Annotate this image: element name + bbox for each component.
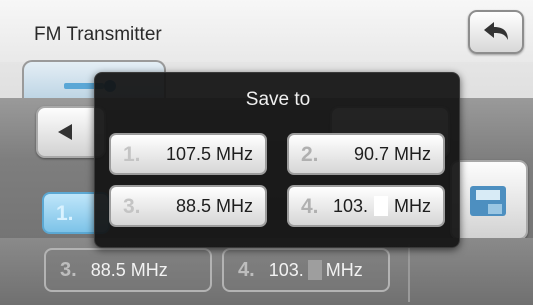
back-arrow-icon (484, 22, 508, 40)
preset-1-number: 1. (123, 143, 141, 166)
divider (408, 244, 410, 302)
preset-3-label: 88.5 MHz (175, 195, 253, 216)
page-title: FM Transmitter (34, 24, 162, 45)
preset-1-label: 107.5 MHz (165, 143, 253, 164)
save-preset-1-button[interactable]: 1. 107.5 MHz (109, 133, 267, 175)
back-button[interactable] (468, 10, 524, 54)
preset-4-suffix: MHz (394, 195, 431, 216)
redaction-mask (307, 260, 322, 280)
bottom-preset-4[interactable]: 4. 103. MHz (222, 248, 390, 292)
dialog-title: Save to (245, 89, 311, 110)
save-to-dialog: Save to 1. 107.5 MHz 2. 90.7 MHz 3. 88.5… (94, 72, 460, 248)
bottom-preset-4-prefix: 103. (268, 259, 304, 280)
save-preset-button[interactable] (450, 160, 528, 240)
bottom-preset-4-suffix: MHz (325, 259, 363, 280)
save-preset-4-button[interactable]: 4. 103. MHz (287, 185, 445, 227)
preset-3-number: 3. (123, 195, 141, 218)
arrow-left-icon (58, 124, 72, 140)
fm-transmitter-screen: FM Transmitter 1. 3. 88.5 MHz 4. 103. MH… (0, 0, 533, 305)
preset-2-label: 90.7 MHz (353, 143, 431, 164)
title-bar: FM Transmitter (0, 0, 533, 62)
save-preset-2-button[interactable]: 2. 90.7 MHz (287, 133, 445, 175)
bottom-preset-3-label: 88.5 MHz (90, 259, 168, 280)
bottom-preset-3[interactable]: 3. 88.5 MHz (44, 248, 212, 292)
preset-4-prefix: 103. (332, 195, 368, 216)
bottom-preset-3-number: 3. (60, 258, 77, 281)
preset-1-number: 1. (56, 202, 74, 225)
redaction-mask (374, 196, 388, 216)
bottom-preset-4-number: 4. (238, 258, 255, 281)
preset-2-number: 2. (301, 143, 319, 166)
preset-save-icon (470, 186, 506, 216)
preset-4-number: 4. (301, 195, 319, 218)
save-preset-3-button[interactable]: 3. 88.5 MHz (109, 185, 267, 227)
